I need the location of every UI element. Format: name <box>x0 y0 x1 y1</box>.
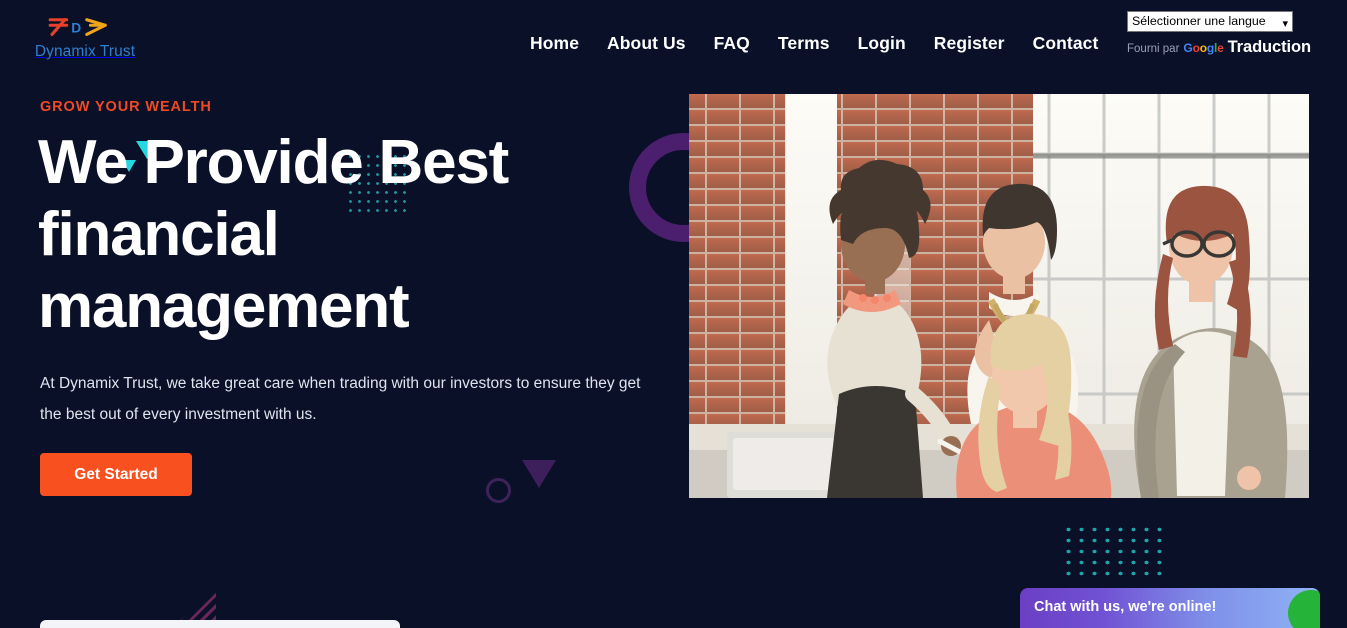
translate-attribution: Fourni par Google Traduction <box>1127 38 1339 57</box>
chat-widget-label: Chat with us, we're online! <box>1034 599 1217 615</box>
nav-item-about-us[interactable]: About Us <box>593 33 700 54</box>
purple-triangle-icon <box>522 460 556 488</box>
nav-item-login[interactable]: Login <box>844 33 920 54</box>
site-header: D Dynamix Trust Home About Us FAQ Terms … <box>0 0 1347 88</box>
landing-page: D Dynamix Trust Home About Us FAQ Terms … <box>0 0 1347 628</box>
translate-service-label: Traduction <box>1227 38 1311 56</box>
brand-name: Dynamix Trust <box>34 43 136 60</box>
hero-team-photo <box>689 94 1309 498</box>
brand-logo[interactable]: D Dynamix Trust <box>25 14 145 61</box>
hero-headline: We Provide Best financial management <box>38 128 509 341</box>
rupee-arrow-logo-icon: D <box>25 14 145 42</box>
powered-by-label: Fourni par <box>1127 43 1180 55</box>
dot-grid-pattern-chat <box>1062 524 1164 582</box>
svg-text:D: D <box>71 21 81 36</box>
main-navigation: Home About Us FAQ Terms Login Register C… <box>530 33 1112 54</box>
nav-item-contact[interactable]: Contact <box>1019 33 1113 54</box>
chat-bubble-icon <box>1288 590 1320 628</box>
nav-item-home[interactable]: Home <box>530 33 593 54</box>
nav-item-terms[interactable]: Terms <box>764 33 844 54</box>
language-select-value: Sélectionner une langue <box>1132 14 1266 28</box>
nav-item-register[interactable]: Register <box>920 33 1019 54</box>
nav-item-faq[interactable]: FAQ <box>700 33 764 54</box>
language-select[interactable]: Sélectionner une langue ▾ <box>1127 11 1293 32</box>
google-logo-icon: Google <box>1183 41 1224 55</box>
chevron-down-icon: ▾ <box>1282 18 1288 30</box>
content-card-below-fold <box>40 620 400 628</box>
get-started-button[interactable]: Get Started <box>40 453 192 496</box>
hero-eyebrow: GROW YOUR WEALTH <box>40 99 212 115</box>
google-translate-widget: Sélectionner une langue ▾ Fourni par Goo… <box>1127 11 1339 57</box>
purple-ring-decoration-small <box>486 478 511 503</box>
hero-paragraph: At Dynamix Trust, we take great care whe… <box>40 375 641 423</box>
chat-widget[interactable]: Chat with us, we're online! <box>1020 588 1320 628</box>
